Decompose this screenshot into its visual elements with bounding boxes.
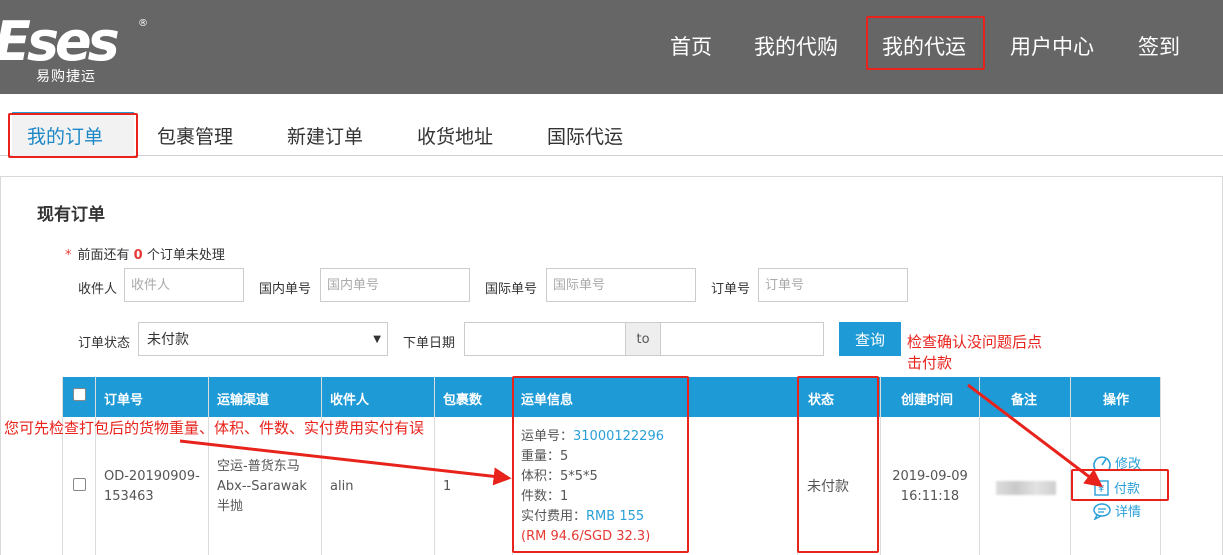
col-packages: 包裹数 bbox=[443, 393, 483, 408]
highlight-pay bbox=[1071, 469, 1169, 501]
col-remark: 备注 bbox=[1011, 393, 1038, 408]
notice-prefix: 前面还有 bbox=[77, 248, 130, 263]
col-divider bbox=[434, 377, 435, 555]
highlight-status bbox=[797, 376, 879, 553]
notice-suffix: 个订单未处理 bbox=[146, 248, 225, 263]
col-channel: 运输渠道 bbox=[217, 393, 270, 408]
col-divider bbox=[880, 377, 881, 555]
svg-text:®: ® bbox=[138, 18, 148, 29]
nav-user-center[interactable]: 用户中心 bbox=[1010, 31, 1094, 61]
nav-my-purchase[interactable]: 我的代购 bbox=[754, 31, 838, 61]
intl-no-label: 国际单号 bbox=[485, 282, 538, 297]
tab-shipping-address[interactable]: 收货地址 bbox=[417, 122, 493, 149]
tab-package-management[interactable]: 包裹管理 bbox=[157, 122, 233, 149]
annotation-pay-note-1: 检查确认没问题后点 bbox=[907, 333, 1043, 351]
detail-action[interactable]: 详情 bbox=[1092, 501, 1141, 520]
nav-home[interactable]: 首页 bbox=[670, 31, 712, 61]
channel-line2: Abx--Sarawak bbox=[217, 479, 307, 494]
table-row-recipient: alin bbox=[330, 479, 354, 494]
date-from-input[interactable] bbox=[464, 322, 626, 356]
col-divider bbox=[95, 377, 96, 555]
select-all-checkbox[interactable] bbox=[73, 388, 86, 401]
channel-line1: 空运-普货东马 bbox=[217, 459, 300, 474]
highlight-my-shipping bbox=[866, 16, 985, 70]
pending-notice: * 前面还有 0 个订单未处理 bbox=[65, 244, 225, 263]
chevron-down-icon: ▼ bbox=[373, 334, 381, 345]
table-row-packages: 1 bbox=[443, 479, 452, 494]
table-row-channel: 空运-普货东马 Abx--Sarawak 半抛 bbox=[217, 457, 307, 517]
order-status-label: 订单状态 bbox=[78, 336, 131, 351]
order-date-label: 下单日期 bbox=[403, 336, 456, 351]
order-no-line1: OD-20190909- bbox=[104, 469, 200, 484]
recipient-label: 收件人 bbox=[78, 282, 118, 297]
order-no-label: 订单号 bbox=[711, 282, 751, 297]
highlight-my-orders bbox=[8, 113, 138, 158]
query-button[interactable]: 查询 bbox=[839, 322, 901, 356]
table-border-left bbox=[62, 377, 63, 555]
col-divider bbox=[208, 377, 209, 555]
highlight-waybill-info bbox=[512, 376, 689, 553]
svg-text:Eses: Eses bbox=[0, 10, 119, 73]
annotation-check-note: 您可先检查打包后的货物重量、体积、件数、实付费用实付有误 bbox=[4, 419, 425, 437]
detail-action-label: 详情 bbox=[1115, 505, 1142, 520]
table-row-created: 2019-09-09 16:11:18 bbox=[892, 467, 968, 507]
date-to-input[interactable] bbox=[660, 322, 824, 356]
order-no-line2: 153463 bbox=[104, 489, 154, 504]
col-recipient: 收件人 bbox=[330, 393, 370, 408]
created-date: 2019-09-09 bbox=[892, 469, 968, 484]
col-divider bbox=[321, 377, 322, 555]
logo-subtitle: 易购捷运 bbox=[36, 69, 96, 85]
annotation-pay-note-2: 击付款 bbox=[907, 354, 953, 372]
tab-international-shipping[interactable]: 国际代运 bbox=[547, 122, 623, 149]
comment-icon bbox=[1093, 502, 1111, 520]
domestic-no-input[interactable] bbox=[320, 268, 470, 302]
order-status-select[interactable]: 未付款 ▼ bbox=[138, 322, 388, 356]
col-created-time: 创建时间 bbox=[901, 393, 954, 408]
nav-checkin[interactable]: 签到 bbox=[1138, 31, 1180, 61]
col-divider bbox=[1070, 377, 1071, 555]
recipient-input[interactable] bbox=[124, 268, 244, 302]
required-star-icon: * bbox=[65, 248, 72, 263]
row-checkbox[interactable] bbox=[73, 478, 86, 491]
tab-new-order[interactable]: 新建订单 bbox=[287, 122, 363, 149]
table-border-right bbox=[1160, 377, 1161, 555]
domestic-no-label: 国内单号 bbox=[259, 282, 312, 297]
panel-title: 现有订单 bbox=[37, 205, 105, 225]
remark-blurred bbox=[996, 481, 1056, 495]
col-actions: 操作 bbox=[1103, 393, 1130, 408]
col-order-no: 订单号 bbox=[104, 393, 144, 408]
table-row-order-no[interactable]: OD-20190909- 153463 bbox=[104, 467, 200, 507]
notice-count: 0 bbox=[133, 248, 143, 263]
intl-no-input[interactable] bbox=[546, 268, 696, 302]
created-time: 16:11:18 bbox=[900, 489, 960, 504]
order-no-input[interactable] bbox=[758, 268, 908, 302]
col-divider bbox=[979, 377, 980, 555]
date-to-separator: to bbox=[626, 322, 660, 356]
order-status-value: 未付款 bbox=[147, 332, 189, 348]
channel-line3: 半抛 bbox=[217, 499, 244, 514]
